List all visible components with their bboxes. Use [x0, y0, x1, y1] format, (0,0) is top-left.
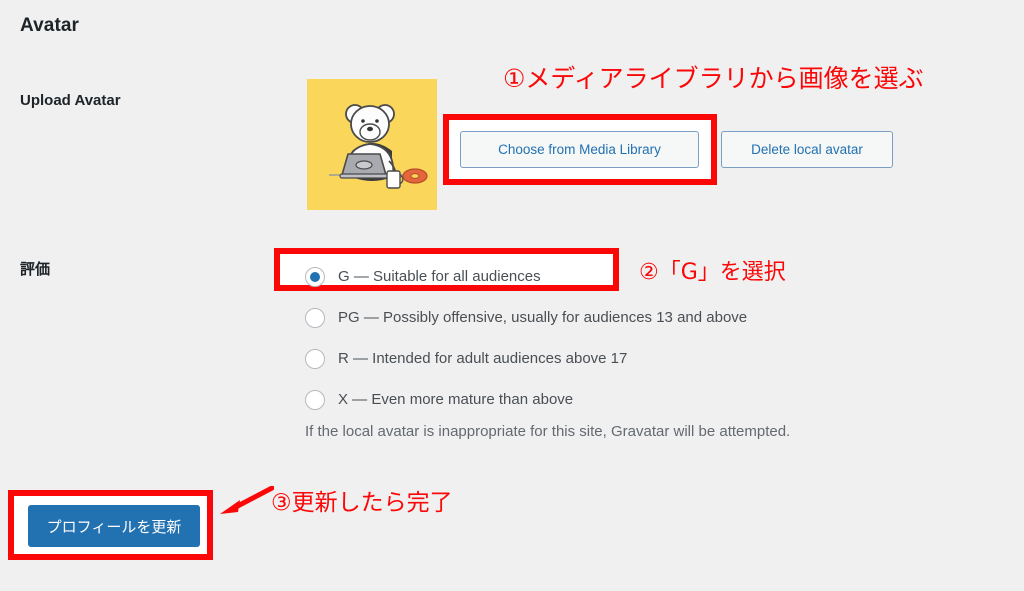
rating-radio-group: G — Suitable for all audiences PG — Poss…	[305, 256, 965, 420]
choose-from-media-library-button[interactable]: Choose from Media Library	[460, 131, 699, 168]
update-profile-button[interactable]: プロフィールを更新	[28, 505, 200, 547]
radio-button-x-icon[interactable]	[305, 389, 325, 410]
radio-label-g: G — Suitable for all audiences	[338, 268, 541, 285]
radio-button-r-icon[interactable]	[305, 348, 325, 369]
upload-avatar-label: Upload Avatar	[20, 92, 121, 109]
annotation-step-3: ③更新したら完了	[271, 490, 453, 516]
radio-label-x: X — Even more mature than above	[338, 391, 574, 408]
avatar-preview-image	[307, 79, 437, 210]
radio-row-r[interactable]: R — Intended for adult audiences above 1…	[305, 338, 965, 379]
rating-label: 評価	[20, 261, 51, 278]
delete-local-avatar-button[interactable]: Delete local avatar	[721, 131, 893, 168]
radio-row-g[interactable]: G — Suitable for all audiences	[305, 256, 965, 297]
annotation-step-2: ②「G」を選択	[639, 260, 786, 285]
radio-row-pg[interactable]: PG — Possibly offensive, usually for aud…	[305, 297, 965, 338]
radio-button-pg-icon[interactable]	[305, 307, 325, 328]
radio-button-g-icon[interactable]	[305, 266, 325, 287]
radio-label-pg: PG — Possibly offensive, usually for aud…	[338, 309, 748, 326]
rating-help-text: If the local avatar is inappropriate for…	[305, 423, 791, 440]
annotation-step-1: ①メディアライブラリから画像を選ぶ	[503, 64, 924, 93]
radio-row-x[interactable]: X — Even more mature than above	[305, 379, 965, 420]
page-title: Avatar	[20, 15, 80, 36]
avatar-settings-page: Avatar Upload Avatar Choose from Media L…	[0, 0, 1024, 591]
radio-label-r: R — Intended for adult audiences above 1…	[338, 350, 628, 367]
arrow-left-icon	[220, 486, 274, 514]
